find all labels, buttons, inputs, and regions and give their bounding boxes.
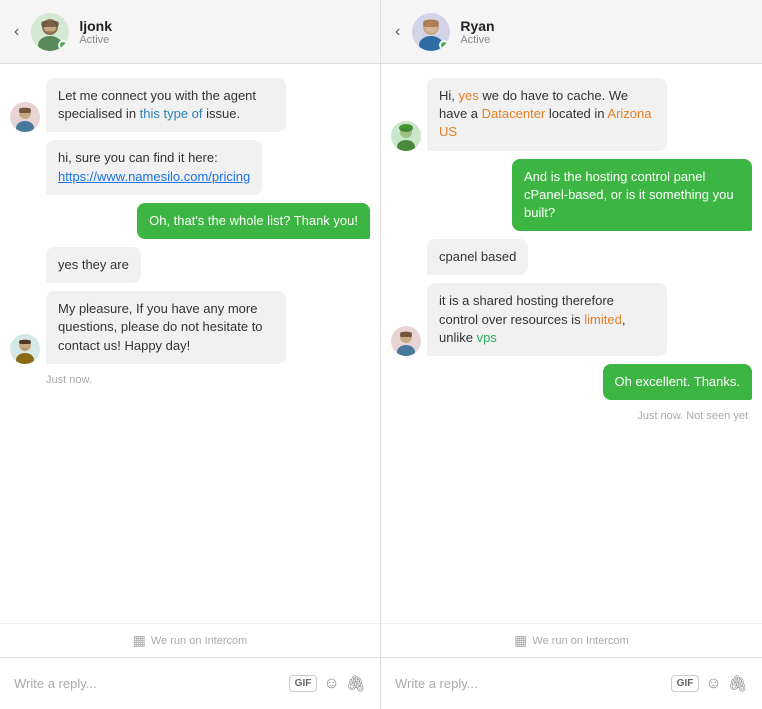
intercom-label: We run on Intercom — [151, 635, 247, 647]
message-bubble: it is a shared hosting therefore control… — [427, 283, 667, 356]
intercom-footer-ljonk: ▦ We run on Intercom — [0, 623, 380, 657]
header-info-ljonk: ljonk Active — [79, 18, 112, 46]
messages-area-ryan[interactable]: Hi, yes we do have to cache. We have a D… — [381, 64, 762, 623]
messages-area-ljonk[interactable]: Let me connect you with the agent specia… — [0, 64, 380, 623]
avatar-ryan — [412, 13, 450, 51]
agent-avatar — [391, 121, 421, 151]
message-row: Oh excellent. Thanks. — [391, 364, 752, 400]
reply-bar-ljonk: GIF ☺ 🖇 — [0, 657, 380, 709]
intercom-icon: ▦ — [133, 632, 146, 649]
emoji-button-ljonk[interactable]: ☺ — [323, 675, 339, 693]
agent-avatar — [10, 334, 40, 364]
message-row: Hi, yes we do have to cache. We have a D… — [391, 78, 752, 151]
reply-bar-ryan: GIF ☺ 🖇 — [381, 657, 762, 709]
message-bubble: Oh excellent. Thanks. — [603, 364, 753, 400]
message-bubble: Hi, yes we do have to cache. We have a D… — [427, 78, 667, 151]
message-row: it is a shared hosting therefore control… — [391, 283, 752, 356]
avatar-ljonk — [31, 13, 69, 51]
header-name-ljonk: ljonk — [79, 18, 112, 34]
timestamp-ljonk: Just now. — [46, 374, 370, 386]
intercom-footer-ryan: ▦ We run on Intercom — [381, 623, 762, 657]
chat-panel-ljonk: ‹ ljonk Active — [0, 0, 381, 709]
intercom-icon: ▦ — [514, 632, 527, 649]
timestamp-ryan: Just now. Not seen yet — [391, 410, 748, 422]
header-name-ryan: Ryan — [460, 18, 494, 34]
chat-header-ryan: ‹ Ryan Active — [381, 0, 762, 64]
message-bubble: yes they are — [46, 247, 141, 283]
message-bubble: cpanel based — [427, 239, 528, 275]
back-button-ryan[interactable]: ‹ — [395, 23, 400, 41]
gif-button-ljonk[interactable]: GIF — [289, 675, 318, 692]
status-dot-ryan — [439, 40, 449, 50]
header-status-ryan: Active — [460, 34, 494, 46]
message-row: cpanel based — [391, 239, 752, 275]
message-row: My pleasure, If you have any more questi… — [10, 291, 370, 364]
message-row: Let me connect you with the agent specia… — [10, 78, 370, 132]
status-dot-ljonk — [58, 40, 68, 50]
attach-button-ljonk[interactable]: 🖇 — [346, 674, 366, 694]
message-bubble: hi, sure you can find it here: https://w… — [46, 140, 262, 194]
emoji-button-ryan[interactable]: ☺ — [705, 675, 721, 693]
header-info-ryan: Ryan Active — [460, 18, 494, 46]
gif-button-ryan[interactable]: GIF — [671, 675, 700, 692]
chat-panel-ryan: ‹ Ryan Active — [381, 0, 762, 709]
reply-input-ljonk[interactable] — [14, 676, 281, 691]
reply-input-ryan[interactable] — [395, 676, 663, 691]
message-row: hi, sure you can find it here: https://w… — [10, 140, 370, 194]
message-bubble: Oh, that's the whole list? Thank you! — [137, 203, 370, 239]
message-row: Oh, that's the whole list? Thank you! — [10, 203, 370, 239]
reply-actions-ryan: GIF ☺ 🖇 — [671, 674, 748, 694]
agent-avatar — [10, 102, 40, 132]
message-bubble: My pleasure, If you have any more questi… — [46, 291, 286, 364]
reply-actions-ljonk: GIF ☺ 🖇 — [289, 674, 366, 694]
header-status-ljonk: Active — [79, 34, 112, 46]
chat-header-ljonk: ‹ ljonk Active — [0, 0, 380, 64]
message-link[interactable]: https://www.namesilo.com/pricing — [58, 169, 250, 184]
attach-button-ryan[interactable]: 🖇 — [728, 674, 748, 694]
back-button-ljonk[interactable]: ‹ — [14, 23, 19, 41]
message-bubble: And is the hosting control panel cPanel-… — [512, 159, 752, 232]
message-row: yes they are — [10, 247, 370, 283]
message-bubble: Let me connect you with the agent specia… — [46, 78, 286, 132]
message-row: And is the hosting control panel cPanel-… — [391, 159, 752, 232]
agent-avatar — [391, 326, 421, 356]
intercom-label: We run on Intercom — [532, 635, 628, 647]
